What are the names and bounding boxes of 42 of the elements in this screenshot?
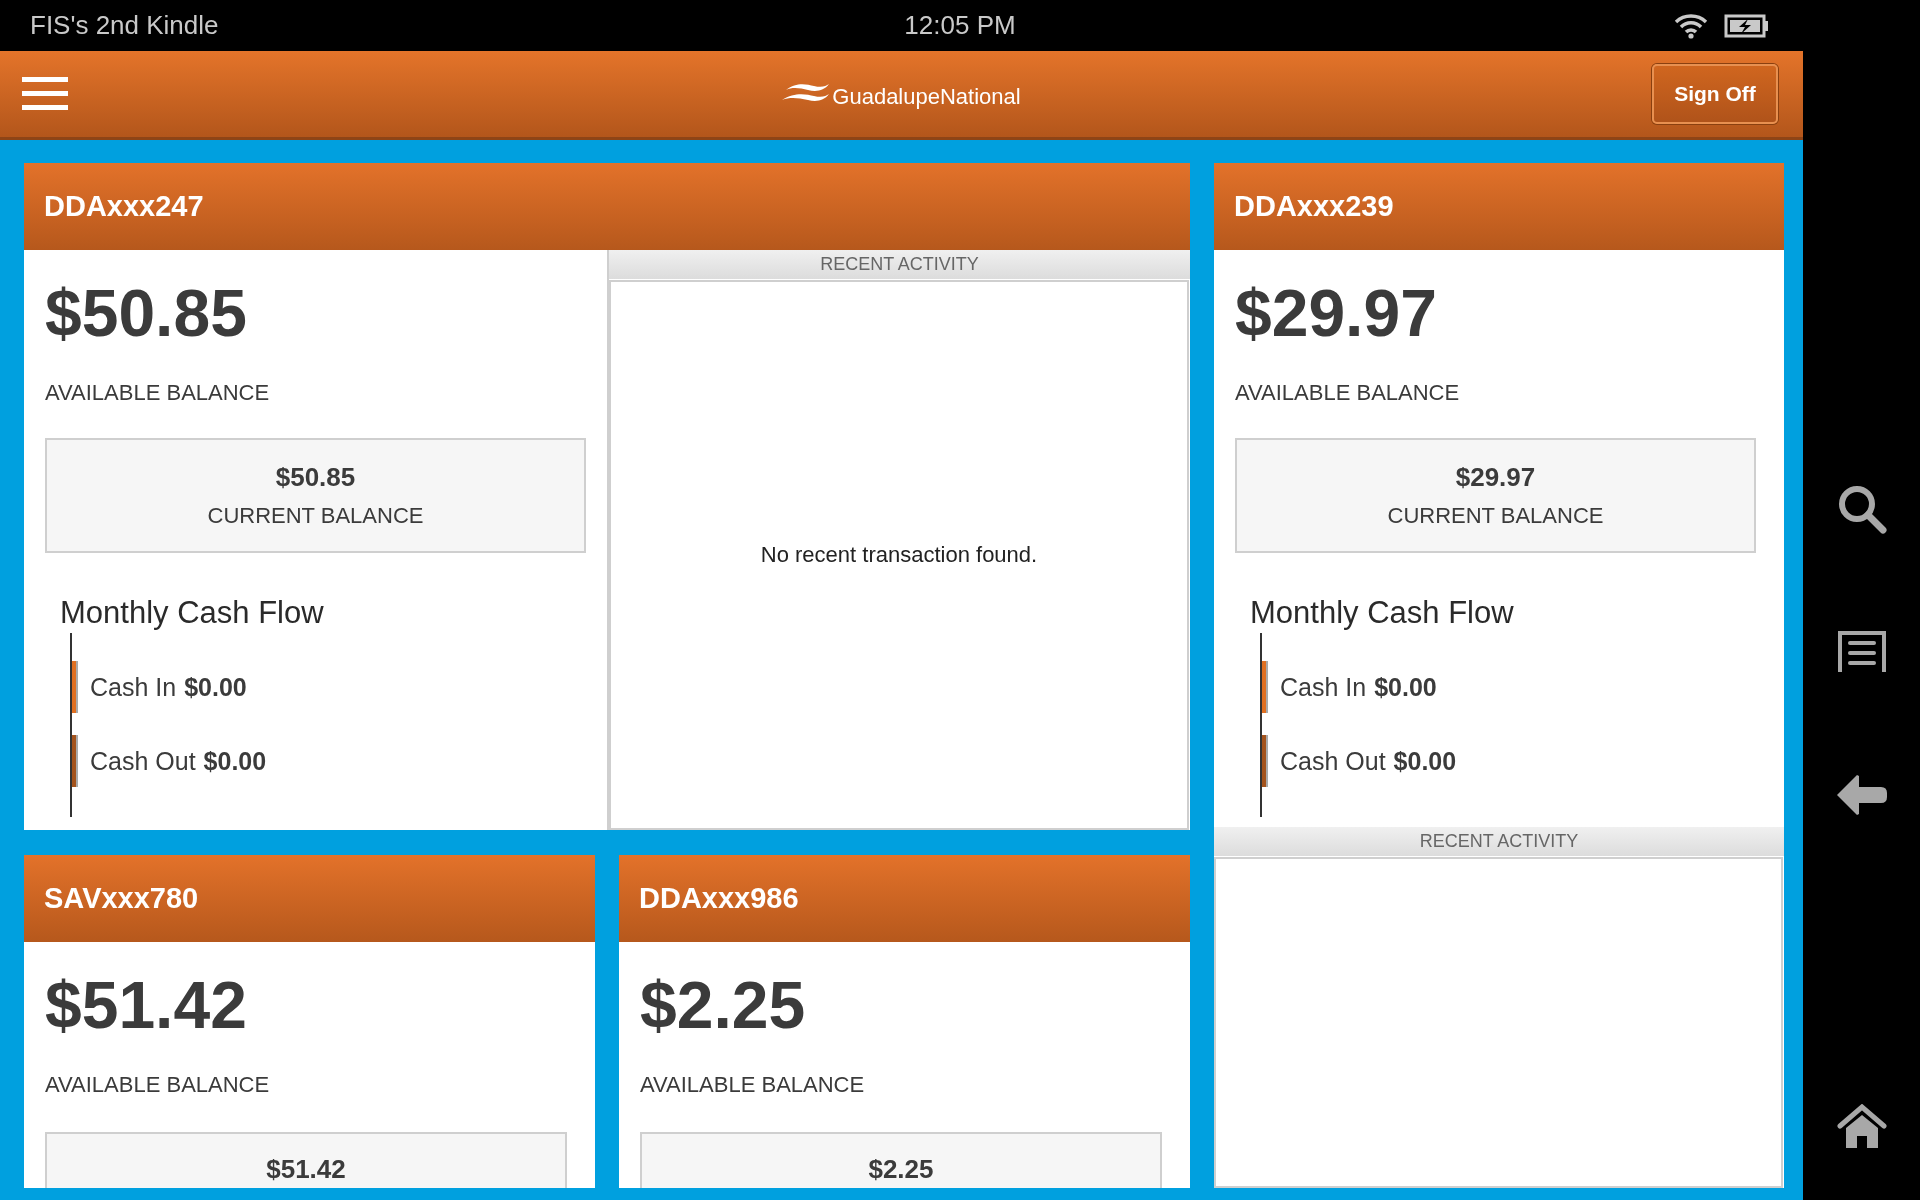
home-icon[interactable] (1836, 1104, 1887, 1150)
available-balance-amount: $29.97 (1235, 280, 1437, 346)
sign-off-button[interactable]: Sign Off (1652, 64, 1778, 124)
clock-time: 12:05 PM (904, 10, 1016, 40)
cash-flow-title: Monthly Cash Flow (1250, 595, 1514, 631)
bank-logo-text: GuadalupeNational (832, 84, 1021, 110)
account-title-bar[interactable]: DDAxxx986 (619, 855, 1190, 942)
wifi-icon (1674, 12, 1708, 39)
back-arrow-icon[interactable] (1836, 774, 1887, 816)
available-balance-label: AVAILABLE BALANCE (1235, 380, 1461, 406)
available-balance-label: AVAILABLE BALANCE (45, 1072, 271, 1098)
empty-activity-message: No recent transaction found. (760, 542, 1038, 568)
device-name: FIS's 2nd Kindle (30, 10, 219, 41)
recent-activity-header: RECENT ACTIVITY (1214, 827, 1784, 856)
search-icon[interactable] (1836, 484, 1887, 534)
current-balance-amount: $51.42 (266, 1154, 346, 1185)
menu-icon[interactable] (22, 75, 68, 113)
cash-flow-label: Cash Out (1280, 746, 1386, 776)
current-balance-amount: $29.97 (1455, 462, 1536, 493)
cash-flow-title: Monthly Cash Flow (60, 595, 324, 631)
cash-flow-amount: $0.00 (184, 672, 247, 702)
available-balance-amount: $50.85 (45, 280, 247, 346)
current-balance-label: CURRENT BALANCE (1387, 503, 1604, 529)
cash-flow-amount: $0.00 (1374, 672, 1437, 702)
available-balance-label: AVAILABLE BALANCE (640, 1072, 866, 1098)
available-balance-amount: $2.25 (640, 972, 806, 1038)
cash-flow-label: Cash In (90, 672, 177, 702)
account-title-bar[interactable]: SAVxxx780 (24, 855, 595, 942)
account-title-bar[interactable]: DDAxxx239 (1214, 163, 1784, 250)
list-icon[interactable] (1836, 630, 1887, 672)
current-balance-amount: $50.85 (275, 462, 356, 493)
available-balance-amount: $51.42 (45, 972, 247, 1038)
current-balance-label: CURRENT BALANCE (207, 503, 424, 529)
available-balance-label: AVAILABLE BALANCE (45, 380, 271, 406)
cash-flow-label: Cash Out (90, 746, 196, 776)
cash-flow-amount: $0.00 (203, 746, 267, 776)
account-title-bar[interactable]: DDAxxx247 (24, 163, 1190, 250)
cash-flow-amount: $0.00 (1393, 746, 1457, 776)
battery-charging-icon (1724, 13, 1770, 38)
current-balance-amount: $2.25 (868, 1154, 934, 1185)
cash-flow-label: Cash In (1280, 672, 1367, 702)
recent-activity-header: RECENT ACTIVITY (609, 250, 1190, 279)
